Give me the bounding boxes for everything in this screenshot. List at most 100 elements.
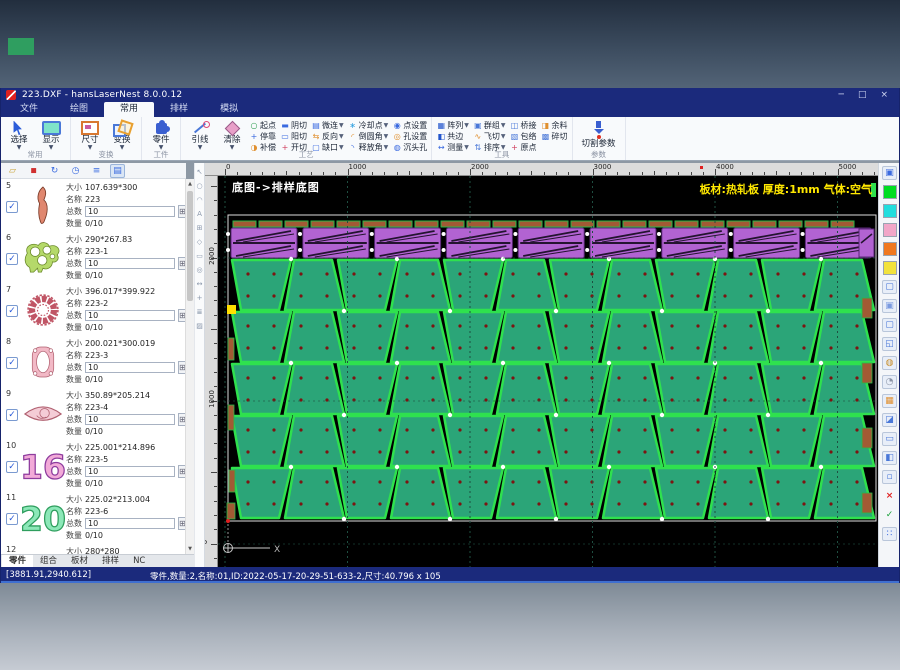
total-spinner-icon[interactable]: ⊞ xyxy=(178,464,185,478)
nest-drawing[interactable]: X xyxy=(218,176,878,567)
total-spinner-icon[interactable]: ⊞ xyxy=(178,516,185,530)
ribbon-button-阴切[interactable]: ▬ 阴切 xyxy=(280,120,307,131)
minimize-icon[interactable]: ─ xyxy=(839,88,844,102)
ribbon-button-冷却点[interactable]: ∗ 冷却点 ▼ xyxy=(348,120,389,131)
part-item-9[interactable]: 9 ✓ 大小350.89*205.214名称223-4总数 ⊞ 数量0/10 xyxy=(0,387,185,439)
mini-window-icon[interactable]: ▫ xyxy=(882,470,897,484)
total-spinner-icon[interactable]: ⊞ xyxy=(178,256,185,270)
ribbon-button-引线[interactable]: 引线 ▼ xyxy=(185,119,215,151)
part-checkbox[interactable]: ✓ xyxy=(6,305,18,317)
part-total-input[interactable] xyxy=(85,361,175,373)
open-icon[interactable]: ▱ xyxy=(5,164,20,178)
part-checkbox[interactable]: ✓ xyxy=(6,201,18,213)
dropdown-arrow-icon[interactable]: ▼ xyxy=(339,122,344,129)
part-checkbox[interactable]: ✓ xyxy=(6,357,18,369)
ribbon-button-停靠[interactable]: + 停靠 xyxy=(249,131,276,142)
part-checkbox[interactable]: ✓ xyxy=(6,253,18,265)
ribbon-button-尺寸[interactable]: 尺寸 ▼ xyxy=(75,119,105,151)
circle-tool-icon[interactable]: ○ xyxy=(196,182,202,190)
part-total-input[interactable] xyxy=(85,205,175,217)
part-item-10[interactable]: 10 ✓16大小225.001*214.896名称223-5总数 ⊞ 数量0/10 xyxy=(0,439,185,491)
maximize-icon[interactable]: □ xyxy=(858,88,867,102)
ribbon-button-桥接[interactable]: ◫ 桥接 xyxy=(510,120,537,131)
ribbon-button-碎切[interactable]: ▩ 碎切 xyxy=(541,131,568,142)
part-item-5[interactable]: 5 ✓ 大小107.639*300名称223总数 ⊞ 数量0/10 xyxy=(0,179,185,231)
detail-view-icon[interactable]: ▤ xyxy=(110,163,125,178)
sidebar-tab-零件[interactable]: 零件 xyxy=(2,555,34,567)
scrollbar-thumb[interactable] xyxy=(187,191,193,301)
view-3-icon[interactable]: ▢ xyxy=(882,318,897,332)
dropdown-arrow-icon[interactable]: ▼ xyxy=(384,133,389,140)
part-total-input[interactable] xyxy=(85,257,175,269)
ribbon-button-共边[interactable]: ◧ 共边 xyxy=(436,131,469,142)
dropdown-arrow-icon[interactable]: ▼ xyxy=(501,122,506,129)
total-spinner-icon[interactable]: ⊞ xyxy=(178,204,185,218)
tab-文件[interactable]: 文件 xyxy=(4,102,54,117)
import-icon[interactable]: ↻ xyxy=(47,164,62,178)
layers-tool-icon[interactable]: ≣ xyxy=(197,308,203,316)
rect-tool-icon[interactable]: ▭ xyxy=(196,252,203,260)
ribbon-button-群组[interactable]: ▣ 群组 ▼ xyxy=(473,120,506,131)
ribbon-button-清除[interactable]: 清除 ▼ xyxy=(217,119,247,151)
save-icon[interactable]: ▣ xyxy=(882,166,897,180)
swatch-pink-icon[interactable] xyxy=(882,223,897,237)
list-view-icon[interactable]: ≡ xyxy=(89,164,104,178)
tab-绘图[interactable]: 绘图 xyxy=(54,102,104,117)
screen-box-icon[interactable]: ◧ xyxy=(882,451,897,465)
sidebar-tab-板材[interactable]: 板材 xyxy=(64,555,95,567)
swatch-green-icon[interactable] xyxy=(882,185,897,199)
swatch-yellow-icon[interactable] xyxy=(882,261,897,275)
total-spinner-icon[interactable]: ⊞ xyxy=(178,360,185,374)
ribbon-button-阳切[interactable]: ▭ 阳切 xyxy=(280,131,307,142)
part-total-input[interactable] xyxy=(85,309,175,321)
dropdown-arrow-icon[interactable]: ▼ xyxy=(464,122,469,129)
part-total-input[interactable] xyxy=(85,517,175,529)
part-checkbox[interactable]: ✓ xyxy=(6,513,18,525)
tab-模拟[interactable]: 模拟 xyxy=(204,102,254,117)
dropdown-arrow-icon[interactable]: ▼ xyxy=(501,133,506,140)
eraser-icon[interactable]: ◪ xyxy=(882,413,897,427)
nested-strip-parts[interactable] xyxy=(230,227,872,259)
globe-icon[interactable]: ◍ xyxy=(882,356,897,370)
grid-dots-icon[interactable]: ∷ xyxy=(882,527,897,541)
dropdown-arrow-icon[interactable]: ▼ xyxy=(384,122,389,129)
scroll-up-icon[interactable]: ▲ xyxy=(186,179,194,189)
part-item-11[interactable]: 11 ✓20大小225.02*213.004名称223-6总数 ⊞ 数量0/10 xyxy=(0,491,185,543)
swatch-orange-icon[interactable] xyxy=(882,242,897,256)
ribbon-button-点设置[interactable]: ◉ 点设置 xyxy=(392,120,428,131)
ribbon-button-变换[interactable]: 变换 ▼ xyxy=(107,119,137,151)
hatch-tool-icon[interactable]: ▨ xyxy=(196,322,203,330)
delete-icon[interactable]: ◾ xyxy=(26,164,41,178)
palette-icon[interactable]: ▦ xyxy=(882,394,897,408)
part-total-input[interactable] xyxy=(85,465,175,477)
history-icon[interactable]: ◷ xyxy=(68,164,83,178)
grid-tool-icon[interactable]: ⊞ xyxy=(197,224,203,232)
ribbon-button-反向[interactable]: ⇆ 反向 ▼ xyxy=(311,131,344,142)
view-1-icon[interactable]: ▢ xyxy=(882,280,897,294)
select-tool-icon[interactable]: ↖ xyxy=(197,168,203,176)
dropdown-arrow-icon[interactable]: ▼ xyxy=(339,133,344,140)
parts-list-scrollbar[interactable]: ▲ ▼ xyxy=(185,179,194,554)
ribbon-button-包络[interactable]: ▧ 包络 xyxy=(510,131,537,142)
tab-常用[interactable]: 常用 xyxy=(104,102,155,117)
tab-排样[interactable]: 排样 xyxy=(154,102,204,117)
measure-tool-icon[interactable]: ↔ xyxy=(197,280,203,288)
ribbon-button-选择[interactable]: 选择 ▼ xyxy=(4,119,34,151)
part-checkbox[interactable]: ✓ xyxy=(6,409,18,421)
ribbon-button-孔设置[interactable]: ◎ 孔设置 xyxy=(392,131,428,142)
check-green-icon[interactable]: ✓ xyxy=(882,508,897,522)
ribbon-button-零件[interactable]: 零件 ▼ xyxy=(146,119,176,151)
sidebar-tab-NC[interactable]: NC xyxy=(126,555,152,567)
ribbon-button-飞切[interactable]: ∿ 飞切 ▼ xyxy=(473,131,506,142)
diamond-tool-icon[interactable]: ◇ xyxy=(197,238,202,246)
delete-red-icon[interactable]: × xyxy=(882,489,897,503)
sidebar-tab-排样[interactable]: 排样 xyxy=(95,555,126,567)
total-spinner-icon[interactable]: ⊞ xyxy=(178,412,185,426)
ribbon-button-阵列[interactable]: ▦ 阵列 ▼ xyxy=(436,120,469,131)
ribbon-button-显示[interactable]: 显示 ▼ xyxy=(36,119,66,151)
part-item-6[interactable]: 6 ✓ 大小290*267.83名称223-1总数 ⊞ 数量0/10 xyxy=(0,231,185,283)
nesting-canvas[interactable]: X 底图->排样底图 板材:热轧板 厚度:1mm 气体:空气 xyxy=(218,176,878,567)
screen-icon[interactable]: ▭ xyxy=(882,432,897,446)
part-total-input[interactable] xyxy=(85,413,175,425)
part-item-7[interactable]: 7 ✓ 大小396.017*399.922名称223-2总数 ⊞ 数量0/10 xyxy=(0,283,185,335)
